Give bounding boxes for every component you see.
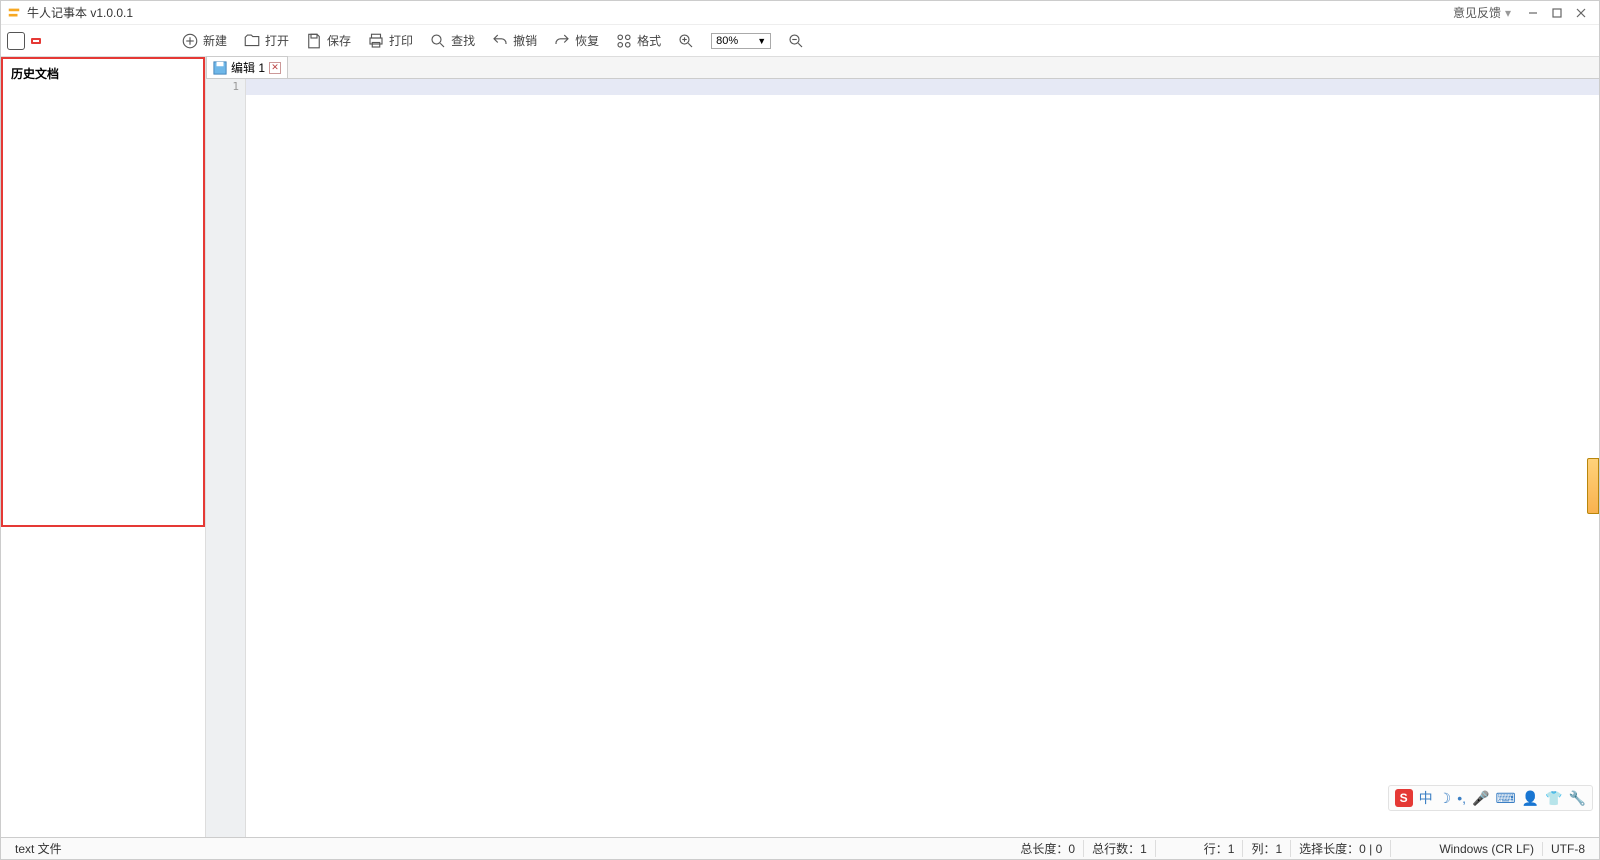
status-eol: Windows (CR LF) <box>1431 842 1543 856</box>
line-number: 1 <box>212 79 239 95</box>
zoom-out-button[interactable] <box>787 32 805 50</box>
feedback-link[interactable]: 意见反馈 <box>1453 4 1501 21</box>
new-button[interactable]: 新建 <box>181 32 227 50</box>
print-icon <box>367 32 385 50</box>
redo-label: 恢复 <box>575 32 599 49</box>
person-icon[interactable]: 👤 <box>1522 790 1539 807</box>
close-button[interactable] <box>1569 3 1593 23</box>
titlebar: 牛人记事本 v1.0.0.1 意见反馈 ▾ <box>1 1 1599 25</box>
format-button[interactable]: 格式 <box>615 32 661 50</box>
redo-icon <box>553 32 571 50</box>
side-handle[interactable] <box>1587 458 1599 514</box>
format-label: 格式 <box>637 32 661 49</box>
punct-icon[interactable]: •, <box>1457 790 1466 806</box>
folder-icon <box>243 32 261 50</box>
status-total-length: 总长度：0 <box>1012 840 1084 857</box>
shirt-icon[interactable]: 👕 <box>1545 790 1562 807</box>
print-label: 打印 <box>389 32 413 49</box>
zoom-in-icon <box>677 32 695 50</box>
open-label: 打开 <box>265 32 289 49</box>
status-selection: 选择长度：0 | 0 <box>1291 840 1391 857</box>
content-area: 历史文档 编辑 1 ✕ 1 S 中 ☽ <box>1 57 1599 837</box>
status-encoding: UTF-8 <box>1543 842 1593 856</box>
current-line-highlight <box>246 79 1599 95</box>
save-button[interactable]: 保存 <box>305 32 351 50</box>
undo-icon <box>491 32 509 50</box>
mic-icon[interactable]: 🎤 <box>1472 790 1489 807</box>
toolbar: 新建 打开 保存 打印 查找 撤销 恢复 格式 <box>1 25 1599 57</box>
zoom-select[interactable]: 80% ▼ <box>711 33 771 49</box>
disk-icon <box>213 61 227 75</box>
open-button[interactable]: 打开 <box>243 32 289 50</box>
line-gutter: 1 <box>206 79 246 837</box>
grid-icon <box>615 32 633 50</box>
undo-label: 撤销 <box>513 32 537 49</box>
highlight-annotation <box>31 38 41 44</box>
undo-button[interactable]: 撤销 <box>491 32 537 50</box>
feedback-icon[interactable]: ▾ <box>1505 6 1511 20</box>
tab-close-button[interactable]: ✕ <box>269 62 281 74</box>
new-label: 新建 <box>203 32 227 49</box>
app-icon <box>7 6 21 20</box>
maximize-button[interactable] <box>1545 3 1569 23</box>
checkbox-icon[interactable] <box>7 32 25 50</box>
status-total-lines: 总行数：1 <box>1084 840 1156 857</box>
status-line: 行：1 <box>1196 840 1244 857</box>
zoom-value: 80% <box>716 35 738 47</box>
plus-circle-icon <box>181 32 199 50</box>
save-label: 保存 <box>327 32 351 49</box>
find-button[interactable]: 查找 <box>429 32 475 50</box>
print-button[interactable]: 打印 <box>367 32 413 50</box>
save-icon <box>305 32 323 50</box>
status-col: 列：1 <box>1243 840 1291 857</box>
history-heading: 历史文档 <box>11 65 195 82</box>
wrench-icon[interactable]: 🔧 <box>1569 790 1586 807</box>
caret-down-icon: ▼ <box>757 36 766 46</box>
ime-lang[interactable]: 中 <box>1419 788 1433 808</box>
minimize-button[interactable] <box>1521 3 1545 23</box>
tab-bar: 编辑 1 ✕ <box>206 57 1599 79</box>
tab-label: 编辑 1 <box>231 59 265 76</box>
statusbar: text 文件 总长度：0 总行数：1 行：1 列：1 选择长度：0 | 0 W… <box>1 837 1599 859</box>
editor-wrap: 编辑 1 ✕ 1 S 中 ☽ •, 🎤 ⌨ 👤 👕 <box>206 57 1599 837</box>
keyboard-icon[interactable]: ⌨ <box>1495 790 1515 807</box>
text-area[interactable]: S 中 ☽ •, 🎤 ⌨ 👤 👕 🔧 <box>246 79 1599 837</box>
status-file-type: text 文件 <box>7 840 212 857</box>
ime-logo-icon: S <box>1395 789 1413 807</box>
zoom-out-icon <box>787 32 805 50</box>
zoom-in-button[interactable] <box>677 32 695 50</box>
redo-button[interactable]: 恢复 <box>553 32 599 50</box>
app-title: 牛人记事本 v1.0.0.1 <box>27 4 133 21</box>
find-label: 查找 <box>451 32 475 49</box>
editor: 1 S 中 ☽ •, 🎤 ⌨ 👤 👕 🔧 <box>206 79 1599 837</box>
sidebar: 历史文档 <box>1 57 206 837</box>
document-tab[interactable]: 编辑 1 ✕ <box>206 56 288 78</box>
highlight-annotation-sidebar: 历史文档 <box>1 57 205 527</box>
search-icon <box>429 32 447 50</box>
ime-toolbar[interactable]: S 中 ☽ •, 🎤 ⌨ 👤 👕 🔧 <box>1388 785 1593 811</box>
moon-icon[interactable]: ☽ <box>1439 790 1452 807</box>
